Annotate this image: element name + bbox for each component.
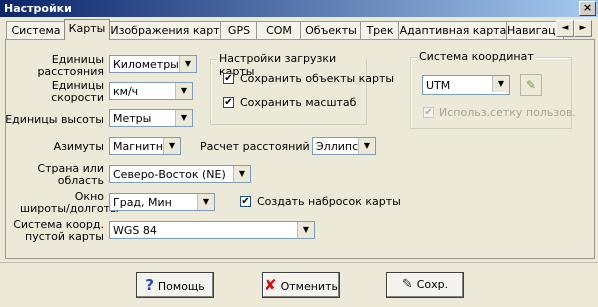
height-units-select[interactable]: Метры ▼ [109,109,193,127]
map-load-settings-group: Настройки загрузки карты [210,52,367,125]
user-grid-checkbox[interactable]: ✔ [423,107,434,118]
create-sketch-label: Создать набросок карты [257,195,401,208]
chevron-down-icon: ▼ [163,138,180,154]
save-objects-checkbox[interactable]: ✔ [223,73,234,84]
help-button[interactable]: ? Помощь [136,272,214,298]
map-pick-button[interactable]: ✎ [520,74,542,96]
tab-com[interactable]: COM [256,21,302,39]
distance-calc-label: Расчет расстояний [200,140,310,153]
save-button[interactable]: ✎ Сохр. [386,272,464,298]
tab-scroll-arrows: ◄ ► [556,20,592,37]
empty-map-coord-select[interactable]: WGS 84 ▼ [109,221,315,239]
cancel-icon: ✘ [264,276,277,294]
window-title: Настройки [4,2,72,15]
save-scale-checkbox[interactable]: ✔ [223,97,234,108]
distance-units-select[interactable]: Километры ▼ [109,55,197,73]
chevron-down-icon: ▼ [233,166,250,182]
coordinate-system-title: Система координат [417,50,536,63]
latlon-window-select[interactable]: Град, Мин ▼ [109,193,215,211]
chevron-down-icon: ▼ [175,110,192,126]
chevron-down-icon: ▼ [358,138,375,154]
chevron-down-icon: ▼ [179,56,196,72]
tab-adaptive-map[interactable]: Адаптивная карта [398,21,508,39]
coordinate-system-select[interactable]: UTM ▼ [422,75,510,95]
azimuths-label: Азимуты [53,140,104,153]
distance-calc-select[interactable]: Эллипсо ▼ [312,137,376,155]
save-scale-label: Сохранить масштаб [240,96,357,109]
speed-units-label: Единицы скорости [51,79,104,104]
chevron-down-icon: ▼ [197,194,214,210]
tab-scroll-right-button[interactable]: ► [574,20,592,37]
save-objects-label: Сохранить объекты карты [240,72,395,85]
tab-track[interactable]: Трек [360,21,400,39]
height-units-label: Единицы высоты [5,113,104,126]
tab-objects[interactable]: Объекты [300,21,362,39]
title-bar: Настройки × [0,0,598,17]
empty-map-coord-label: Система коорд. пустой карты [13,218,104,243]
create-sketch-checkbox[interactable]: ✔ [240,196,251,207]
distance-units-label: Единицы расстояния [37,53,104,78]
tab-strip: Система Карты Изображения карт GPS COM О… [6,19,576,40]
latlon-window-label: Окно широты/долготы [20,190,119,215]
tab-maps[interactable]: Карты [64,19,110,40]
azimuths-select[interactable]: Магнитный ▼ [109,137,181,155]
cancel-button[interactable]: ✘ Отменить [262,272,340,298]
save-icon: ✎ [401,277,413,292]
country-select[interactable]: Северо-Восток (NE) ▼ [109,165,251,183]
country-label: Страна или область [37,162,104,187]
chevron-down-icon: ▼ [175,83,192,99]
chevron-down-icon: ▼ [492,76,509,92]
close-button[interactable]: × [579,1,596,16]
speed-units-select[interactable]: км/ч ▼ [109,82,193,100]
tab-system[interactable]: Система [6,21,66,39]
tab-map-images[interactable]: Изображения карт [108,21,222,39]
help-icon: ? [145,276,154,294]
tab-scroll-left-button[interactable]: ◄ [556,20,574,37]
user-grid-label: Использ.сетку пользов. [439,106,576,119]
chevron-down-icon: ▼ [297,222,314,238]
tab-gps[interactable]: GPS [220,21,258,39]
